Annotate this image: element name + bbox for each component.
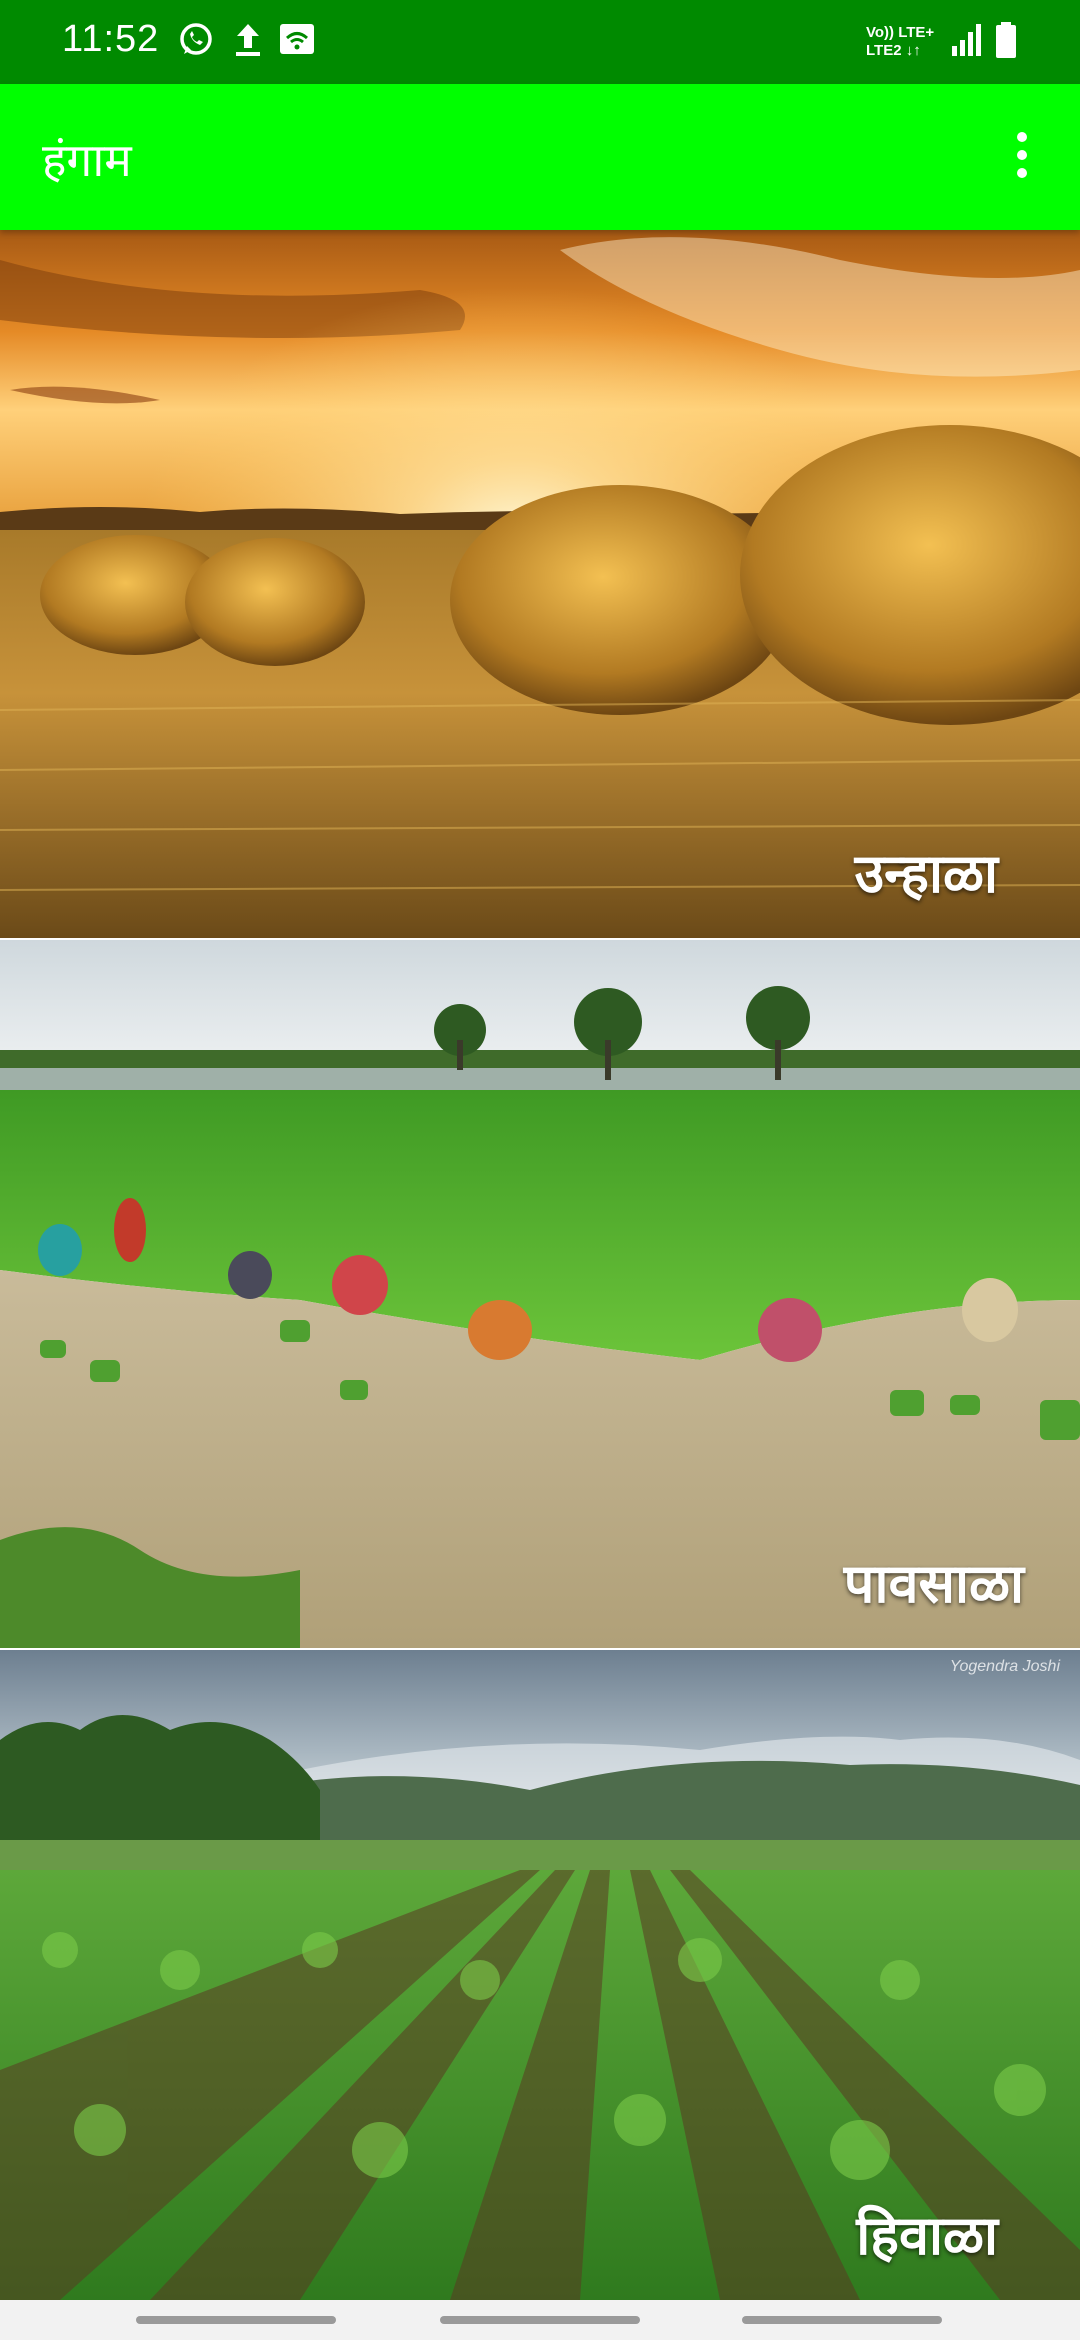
- whatsapp-icon: [180, 23, 212, 55]
- network-type-1: Vo)) LTE+: [866, 24, 935, 41]
- summer-hay-field-image: [0, 230, 1080, 938]
- photo-watermark: Yogendra Joshi: [949, 1658, 1060, 1675]
- season-label-summer: उन्हाळा: [854, 842, 998, 905]
- nav-right-handle[interactable]: [742, 2316, 942, 2324]
- season-label-monsoon: पावसाळा: [843, 1552, 1024, 1615]
- season-label-winter: हिवाळा: [856, 2204, 998, 2267]
- cell-signal-icon: [952, 24, 981, 56]
- app-title: हंगाम: [42, 133, 132, 187]
- season-card-monsoon[interactable]: पावसाळा: [0, 940, 1080, 1648]
- more-vert-icon[interactable]: [1000, 124, 1044, 190]
- season-card-summer[interactable]: उन्हाळा: [0, 230, 1080, 938]
- battery-icon: [996, 22, 1016, 58]
- nav-home-handle[interactable]: [440, 2316, 640, 2324]
- monsoon-rice-planting-image: [0, 940, 1080, 1648]
- status-bar: 11:52 Vo)) LTE+ LTE2 ↓↑: [0, 0, 1080, 84]
- upload-icon: [236, 24, 260, 56]
- app-bar: हंगाम: [0, 84, 1080, 230]
- season-card-winter[interactable]: Yogendra Joshi हिवाळा: [0, 1650, 1080, 2300]
- nav-bar: [0, 2300, 1080, 2340]
- nav-left-handle[interactable]: [136, 2316, 336, 2324]
- status-time: 11:52: [62, 18, 160, 60]
- wifi-signal-icon: [280, 24, 314, 54]
- network-type-2: LTE2 ↓↑: [866, 42, 921, 59]
